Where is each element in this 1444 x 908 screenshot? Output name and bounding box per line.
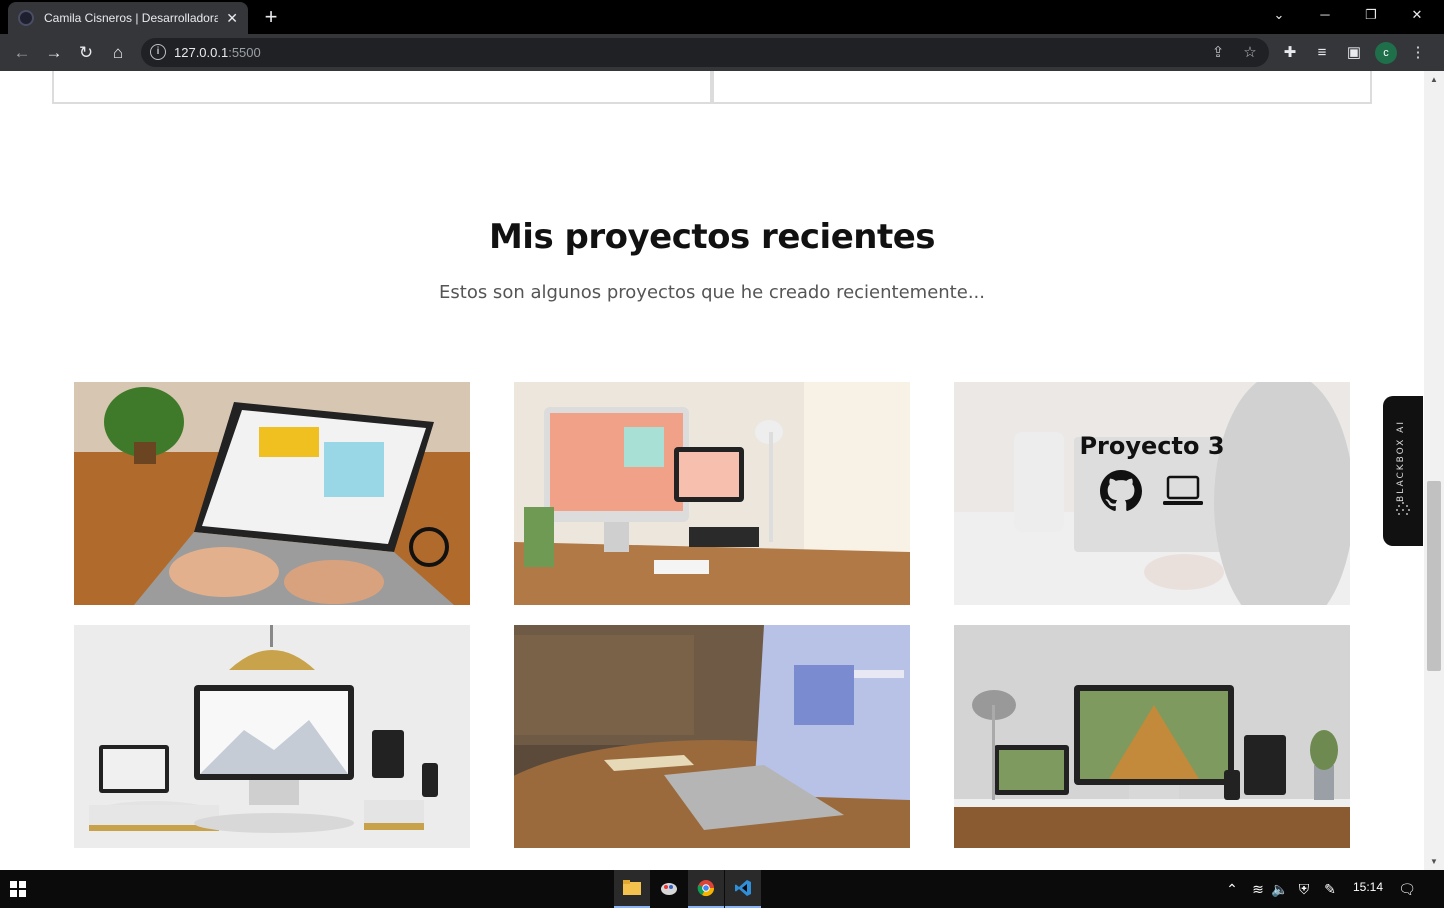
tray-chevron-up-icon[interactable]: ⌃ (1222, 879, 1242, 899)
side-panel-icon[interactable]: ▣ (1342, 41, 1366, 65)
project-3-links (1100, 469, 1204, 512)
security-shield-icon[interactable]: ⛨ (1294, 879, 1314, 899)
profile-avatar[interactable]: c (1375, 42, 1397, 64)
project-card-1[interactable] (74, 382, 470, 605)
notifications-icon[interactable]: 🗨 (1397, 879, 1417, 899)
project-5-image (514, 625, 910, 848)
browser-tab[interactable]: Camila Cisneros | Desarrolladora ✕ (8, 2, 248, 34)
previous-section-cards (52, 71, 1372, 104)
vscode-icon (735, 880, 751, 896)
windows-logo-icon (10, 881, 26, 897)
url-port: :5500 (228, 45, 261, 60)
previous-card-right (712, 71, 1372, 104)
github-icon[interactable] (1100, 469, 1142, 512)
scroll-down-icon[interactable]: ▼ (1424, 857, 1444, 866)
laptop-demo-icon[interactable] (1162, 474, 1204, 508)
volume-icon[interactable]: 🔈 (1270, 879, 1290, 899)
url-host: 127.0.0.1 (174, 45, 229, 60)
project-card-6[interactable] (954, 625, 1350, 848)
scroll-thumb[interactable] (1427, 481, 1441, 671)
wifi-icon[interactable]: ≋ (1248, 879, 1268, 899)
bookmark-star-icon[interactable]: ☆ (1239, 42, 1261, 64)
project-2-image (514, 382, 910, 605)
tab-search-icon[interactable]: ⌄ (1264, 4, 1294, 26)
address-bar[interactable]: i 127.0.0.1:5500 ⇪ ☆ (141, 38, 1269, 67)
blackbox-ai-label: BLACKBOX AI (1396, 420, 1406, 502)
home-icon[interactable]: ⌂ (105, 40, 131, 66)
scroll-up-icon[interactable]: ▲ (1424, 75, 1444, 84)
minimize-button[interactable]: ─ (1310, 4, 1340, 26)
project-3-title: Proyecto 3 (1079, 431, 1225, 460)
site-info-icon[interactable]: i (150, 44, 166, 60)
taskbar-paint[interactable] (651, 870, 687, 908)
extensions-icon[interactable]: ✚ (1278, 41, 1302, 65)
taskbar-file-explorer[interactable] (614, 870, 650, 908)
menu-kebab-icon[interactable]: ⋮ (1406, 41, 1430, 65)
section-subtitle: Estos son algunos proyectos que he cread… (439, 282, 985, 303)
start-button[interactable] (0, 870, 36, 908)
browser-toolbar: ← → ↻ ⌂ i 127.0.0.1:5500 ⇪ ☆ ✚ ≡ ▣ c ⋮ (0, 34, 1444, 71)
forward-icon[interactable]: → (41, 40, 67, 66)
project-card-3[interactable]: Proyecto 3 (954, 382, 1350, 605)
share-icon[interactable]: ⇪ (1207, 42, 1229, 64)
back-icon[interactable]: ← (9, 40, 35, 66)
folder-icon (623, 880, 641, 895)
restore-button[interactable]: ❐ (1356, 4, 1386, 26)
address-url[interactable]: 127.0.0.1:5500 (174, 45, 261, 60)
page-viewport: Mis proyectos recientes Estos son alguno… (0, 71, 1424, 870)
taskbar-vscode[interactable] (725, 870, 761, 908)
project-3-overlay: Proyecto 3 (954, 382, 1350, 605)
project-card-4[interactable] (74, 625, 470, 848)
blackbox-ai-tab[interactable]: BLACKBOX AI (1383, 396, 1423, 546)
paint-icon (661, 883, 677, 895)
project-6-image (954, 625, 1350, 848)
windows-taskbar: ⌃ ≋ 🔈 ⛨ ✎ 15:14 🗨 (0, 870, 1444, 908)
project-card-2[interactable] (514, 382, 910, 605)
previous-card-left (52, 71, 712, 104)
tab-title: Camila Cisneros | Desarrolladora (44, 11, 219, 25)
blackbox-dots-icon (1396, 502, 1410, 515)
taskbar-clock[interactable]: 15:14 (1353, 880, 1383, 894)
browser-tabbar: Camila Cisneros | Desarrolladora ✕ + ⌄ ─… (0, 0, 1444, 34)
section-title: Mis proyectos recientes (488, 217, 936, 257)
close-tab-icon[interactable]: ✕ (226, 10, 238, 27)
pen-icon[interactable]: ✎ (1320, 879, 1340, 899)
page-scrollbar[interactable]: ▲ ▼ (1424, 71, 1444, 870)
project-card-5[interactable] (514, 625, 910, 848)
close-window-button[interactable]: ✕ (1402, 4, 1432, 26)
site-favicon-icon (18, 10, 34, 26)
project-4-image (74, 625, 470, 848)
new-tab-button[interactable]: + (258, 4, 284, 30)
project-1-image (74, 382, 470, 605)
media-control-icon[interactable]: ≡ (1310, 41, 1334, 65)
reload-icon[interactable]: ↻ (73, 40, 99, 66)
taskbar-chrome[interactable] (688, 870, 724, 908)
chrome-icon (697, 880, 715, 897)
